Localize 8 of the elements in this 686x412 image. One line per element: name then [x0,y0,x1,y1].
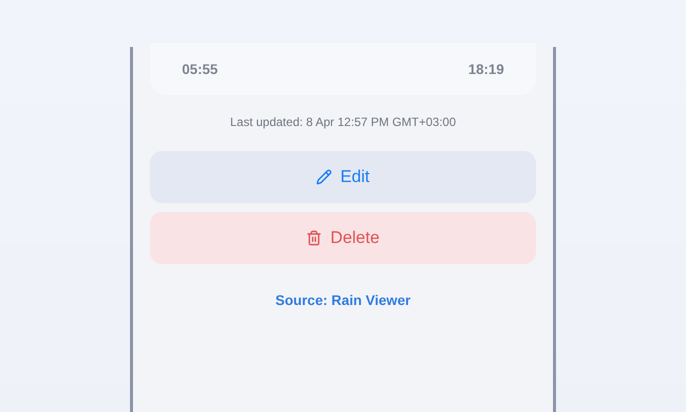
start-time: 05:55 [182,60,218,78]
edit-button[interactable]: Edit [150,151,536,203]
trash-icon [306,230,322,246]
end-time: 18:19 [468,60,504,78]
pencil-icon [316,169,332,185]
source-link[interactable]: Source: Rain Viewer [275,290,411,311]
delete-button[interactable]: Delete [150,212,536,264]
last-updated-text: Last updated: 8 Apr 12:57 PM GMT+03:00 [230,114,456,131]
